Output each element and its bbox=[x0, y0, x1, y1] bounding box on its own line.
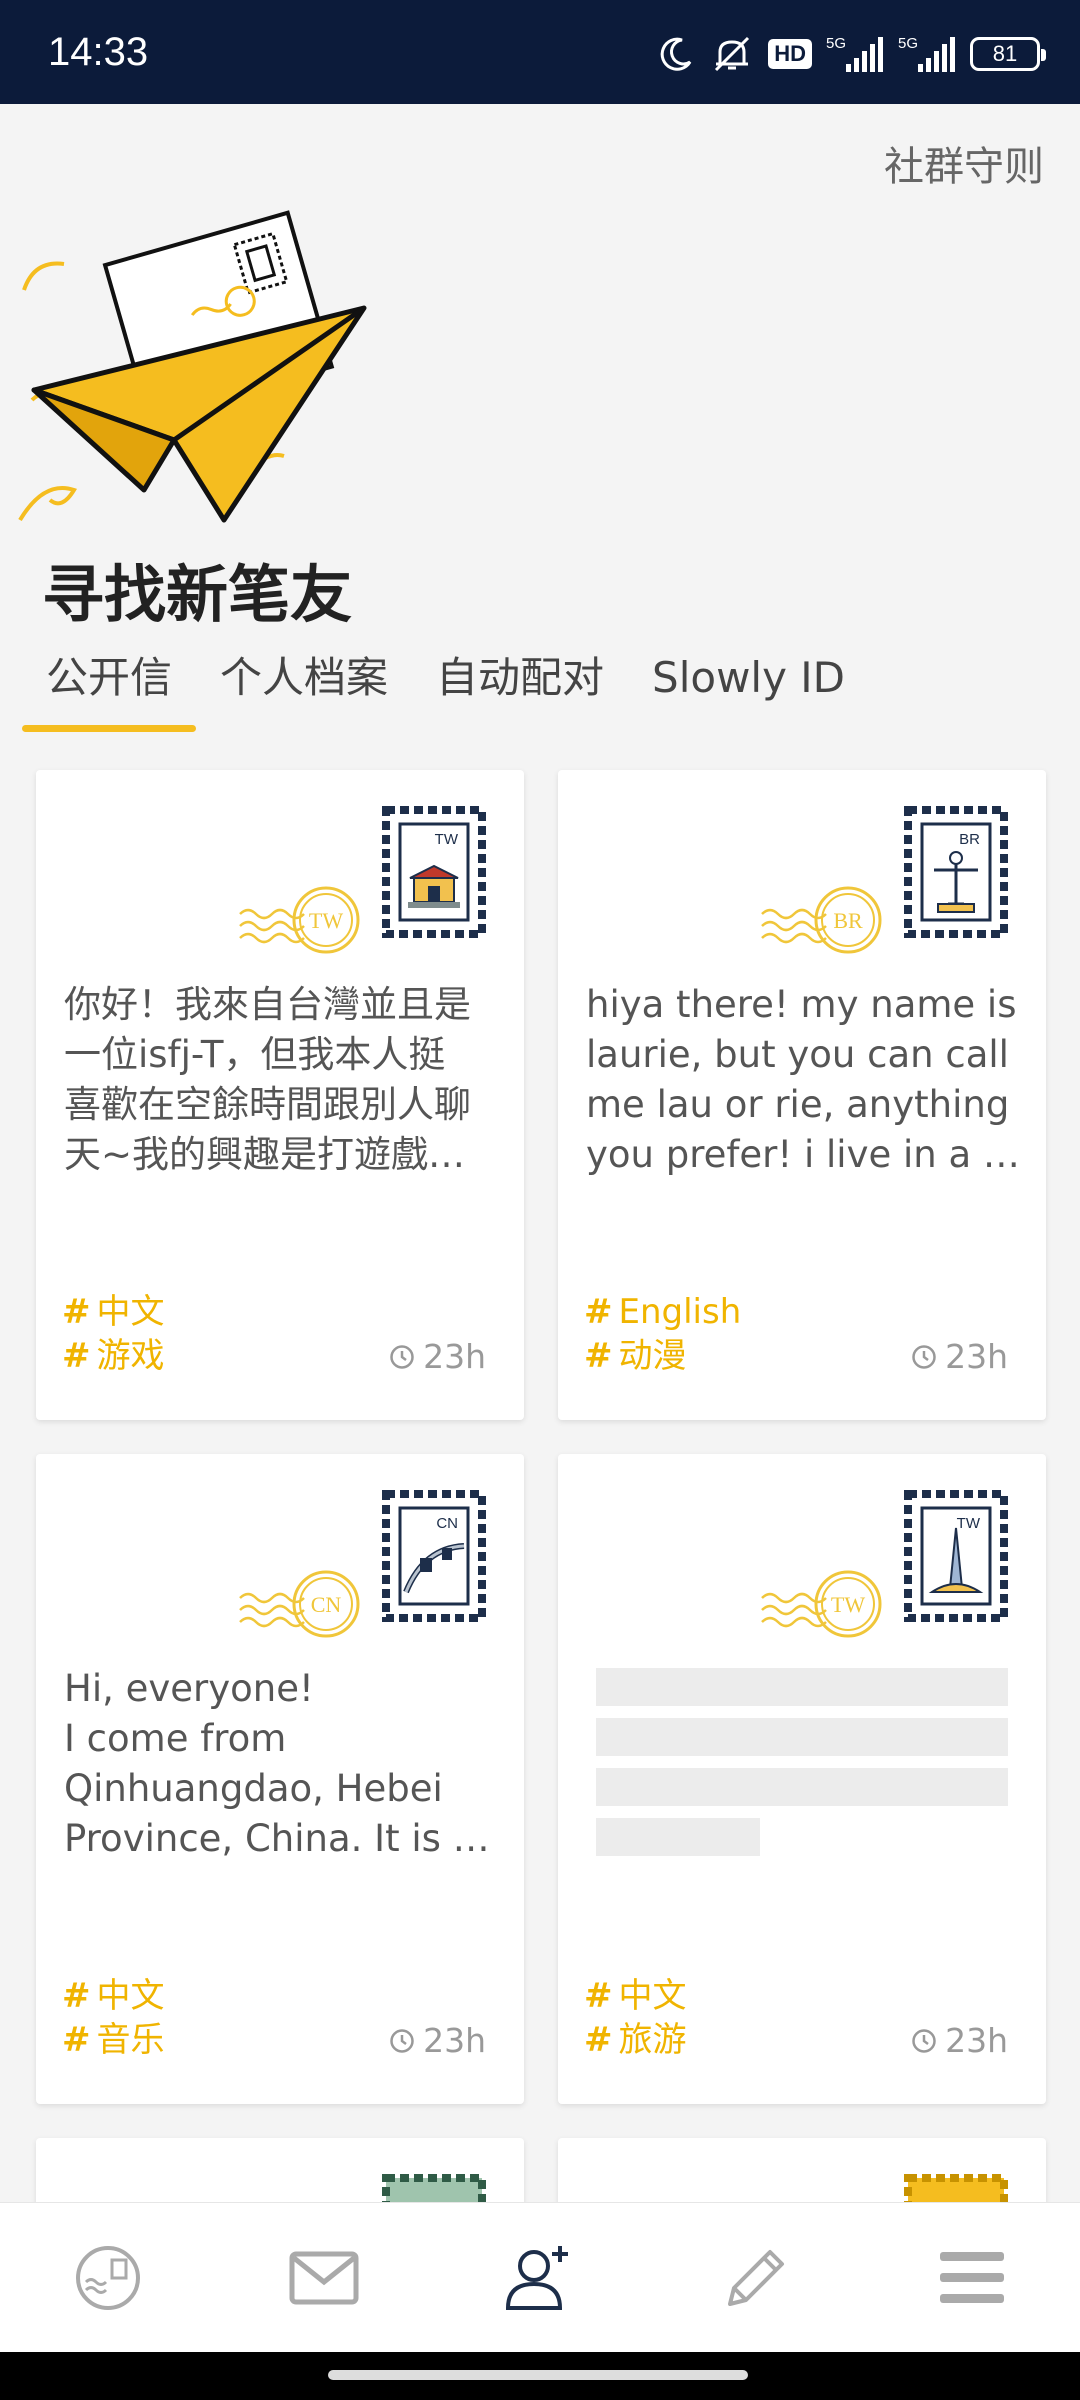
letter-line: I come from bbox=[64, 1717, 287, 1760]
clock-icon bbox=[390, 2028, 414, 2053]
status-icons: HD 5G 5G 81 bbox=[656, 34, 1046, 74]
post-time: 23h bbox=[911, 2021, 1008, 2060]
signal-icon: 5G bbox=[898, 35, 955, 72]
clock-icon bbox=[912, 2028, 936, 2053]
postmark-icon: CN bbox=[239, 1570, 360, 1638]
stamp-country: TW bbox=[435, 831, 459, 848]
tag: # English bbox=[584, 1292, 742, 1332]
tag: # 动漫 bbox=[584, 1336, 687, 1376]
nav-find-penpal[interactable] bbox=[480, 2218, 600, 2338]
tab-auto-match[interactable]: 自动配对 bbox=[412, 640, 628, 732]
letter-preview: hiya there! my name is laurie, but you c… bbox=[586, 980, 1022, 1180]
postmark-country: TW bbox=[309, 908, 343, 933]
community-rules-link[interactable]: 社群守则 bbox=[884, 134, 1044, 192]
menu-icon bbox=[940, 2251, 1004, 2303]
page-title: 寻找新笔友 bbox=[42, 558, 353, 631]
letter-card[interactable]: BR BR hiya there! my name is laurie, but… bbox=[558, 770, 1046, 1420]
tag: # 中文 bbox=[62, 1976, 165, 2016]
tag-list: # 中文 # 游戏 bbox=[62, 1290, 165, 1378]
tag: # 音乐 bbox=[62, 2020, 165, 2060]
letter-line: Province, China. It is … bbox=[64, 1817, 490, 1860]
stamp-country: TW bbox=[957, 1515, 981, 1532]
tab-open-letters[interactable]: 公开信 bbox=[22, 640, 197, 732]
stamp-icon: TW bbox=[382, 806, 486, 938]
mail-icon bbox=[289, 2251, 359, 2304]
letter-line: 一位isfj-T，但我本人挺 bbox=[64, 1033, 446, 1076]
gesture-navigation-bar[interactable] bbox=[0, 2352, 1080, 2400]
letter-card[interactable]: CN CN Hi, everyone! I come from Qinhuang… bbox=[36, 1454, 524, 2104]
tag: # 游戏 bbox=[62, 1336, 165, 1376]
tag: # 中文 bbox=[584, 1976, 687, 2016]
stamp-collection-icon bbox=[76, 2245, 140, 2310]
stamp-icon: CN bbox=[382, 1490, 486, 1622]
time-text: 23h bbox=[423, 1337, 486, 1376]
moon-icon bbox=[660, 37, 692, 71]
stamp-icon: TW bbox=[904, 1490, 1008, 1622]
postmark-icon: BR bbox=[761, 886, 882, 954]
letter-preview: 你好！我來自台灣並且是 一位isfj-T，但我本人挺 喜歡在空餘時間跟別人聊 天… bbox=[64, 980, 500, 1180]
time-text: 23h bbox=[945, 1337, 1008, 1376]
stamp-area: TW TW bbox=[238, 804, 488, 954]
letter-line: me lau or rie, anything bbox=[586, 1083, 1010, 1126]
postmark-country: CN bbox=[311, 1592, 342, 1617]
battery-level: 81 bbox=[992, 41, 1018, 66]
letter-preview: Hi, everyone! I come from Qinhuangdao, H… bbox=[64, 1664, 500, 1864]
postmark-icon: TW bbox=[761, 1570, 882, 1638]
stamp-area: TW TW bbox=[760, 1488, 1010, 1638]
hd-icon: HD bbox=[768, 39, 812, 69]
add-friend-icon bbox=[505, 2245, 568, 2310]
post-time: 23h bbox=[389, 1337, 486, 1376]
tab-profiles[interactable]: 个人档案 bbox=[196, 640, 412, 732]
letter-line: 你好！我來自台灣並且是 bbox=[64, 983, 471, 1026]
letter-line: laurie, but you can call bbox=[586, 1033, 1009, 1076]
post-time: 23h bbox=[911, 1337, 1008, 1376]
status-bar: 14:33 HD 5G 5G 81 bbox=[0, 0, 1080, 104]
time-text: 23h bbox=[423, 2021, 486, 2060]
battery-icon: 81 bbox=[970, 37, 1046, 71]
tab-slowly-id[interactable]: Slowly ID bbox=[628, 640, 869, 732]
letter-card[interactable]: TW TW 你好！我來自台灣並且是 一位isfj-T，但我本人挺 喜歡在空餘時間… bbox=[36, 770, 524, 1420]
loading-skeleton bbox=[596, 1668, 1008, 1868]
stamp-area: BR BR bbox=[760, 804, 1010, 954]
stamp-country: CN bbox=[436, 1515, 458, 1532]
network-label-2: 5G bbox=[898, 35, 918, 52]
clock-icon bbox=[390, 1344, 414, 1369]
letter-line: you prefer! i live in a … bbox=[586, 1133, 1020, 1176]
time-text: 23h bbox=[945, 2021, 1008, 2060]
clock-icon bbox=[912, 1344, 936, 1369]
postmark-country: BR bbox=[833, 908, 863, 933]
postmark-country: TW bbox=[831, 1592, 865, 1617]
tag: # 旅游 bbox=[584, 2020, 687, 2060]
letter-line: Qinhuangdao, Hebei bbox=[64, 1767, 443, 1810]
tag: # 中文 bbox=[62, 1292, 165, 1332]
bottom-navigation bbox=[0, 2202, 1080, 2352]
nav-menu[interactable] bbox=[912, 2218, 1032, 2338]
mute-icon bbox=[715, 36, 750, 72]
pencil-icon bbox=[728, 2249, 784, 2306]
letter-line: Hi, everyone! bbox=[64, 1667, 314, 1710]
postmark-icon: TW bbox=[239, 886, 360, 954]
nav-write[interactable] bbox=[696, 2218, 816, 2338]
network-label-1: 5G bbox=[826, 35, 846, 52]
tag-list: # 中文 # 音乐 bbox=[62, 1974, 165, 2062]
letter-line: 天~我的興趣是打遊戲… bbox=[64, 1133, 466, 1176]
stamp-area: CN CN bbox=[238, 1488, 488, 1638]
letter-line: hiya there! my name is bbox=[586, 983, 1017, 1026]
nav-stamp-collection[interactable] bbox=[48, 2218, 168, 2338]
letter-line: 喜歡在空餘時間跟別人聊 bbox=[64, 1083, 471, 1126]
tag-list: # English # 动漫 bbox=[584, 1290, 741, 1378]
tag-list: # 中文 # 旅游 bbox=[584, 1974, 687, 2062]
paper-plane-letter-illustration bbox=[18, 210, 367, 523]
stamp-country: BR bbox=[959, 831, 980, 848]
nav-mail[interactable] bbox=[264, 2218, 384, 2338]
signal-icon: 5G bbox=[826, 35, 883, 72]
stamp-icon: BR bbox=[904, 806, 1008, 938]
status-time: 14:33 bbox=[48, 30, 149, 74]
post-time: 23h bbox=[389, 2021, 486, 2060]
tab-bar: 公开信 个人档案 自动配对 Slowly ID bbox=[22, 640, 869, 732]
letter-card[interactable]: TW TW # 中文 # 旅游 23h bbox=[558, 1454, 1046, 2104]
